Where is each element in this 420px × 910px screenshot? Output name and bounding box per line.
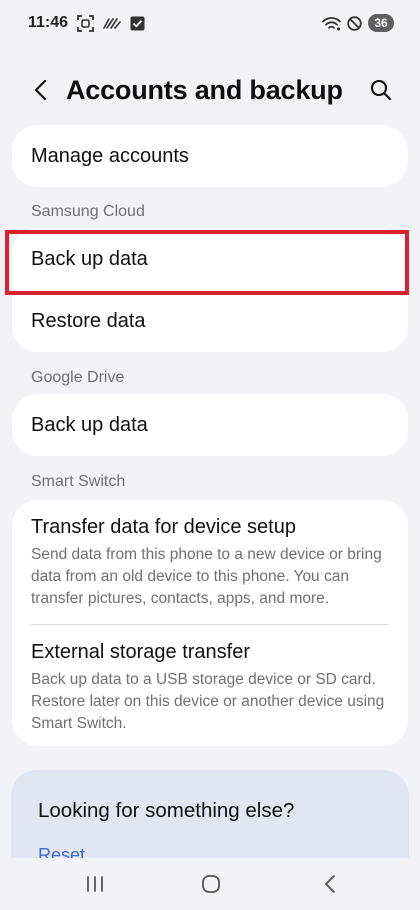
navigation-bar <box>0 858 420 910</box>
scribble-icon <box>103 16 121 30</box>
google-drive-card: Back up data <box>12 394 408 456</box>
manage-accounts-item[interactable]: Manage accounts <box>12 125 408 187</box>
recents-button[interactable] <box>75 868 115 900</box>
status-time: 11:46 <box>28 14 69 31</box>
status-bar: 11:46 36 <box>0 0 420 46</box>
samsung-cloud-restore-item[interactable]: Restore data <box>12 290 408 352</box>
transfer-data-item[interactable]: Transfer data for device setup Send data… <box>12 500 408 624</box>
external-storage-description: Back up data to a USB storage device or … <box>31 671 385 732</box>
section-header-google-drive: Google Drive <box>31 369 125 386</box>
page-title: Accounts and backup <box>66 75 343 105</box>
home-button[interactable] <box>191 868 231 900</box>
google-drive-backup-item[interactable]: Back up data <box>12 394 408 456</box>
manage-accounts-card: Manage accounts <box>12 125 408 187</box>
suggestions-title: Looking for something else? <box>38 799 295 822</box>
checkbox-icon <box>130 16 145 31</box>
battery-indicator: 36 <box>368 14 394 32</box>
samsung-cloud-backup-label: Back up data <box>31 248 148 270</box>
do-not-disturb-icon <box>347 15 362 31</box>
section-header-smart-switch: Smart Switch <box>31 473 126 490</box>
smart-switch-card: Transfer data for device setup Send data… <box>12 500 408 746</box>
samsung-cloud-card: Back up data Restore data <box>12 228 408 352</box>
back-button[interactable] <box>24 72 56 108</box>
recents-icon <box>87 876 103 892</box>
home-icon <box>202 875 220 893</box>
transfer-data-description: Send data from this phone to a new devic… <box>31 546 382 607</box>
back-icon <box>325 875 335 893</box>
wifi-icon <box>322 16 341 31</box>
system-back-button[interactable] <box>310 868 350 900</box>
chevron-left-icon <box>34 79 47 101</box>
external-storage-item[interactable]: External storage transfer Back up data t… <box>12 625 408 746</box>
search-icon <box>370 79 392 101</box>
status-bar-right: 36 <box>322 14 394 32</box>
google-drive-backup-label: Back up data <box>31 414 148 436</box>
app-header: Accounts and backup <box>0 58 420 122</box>
transfer-data-title: Transfer data for device setup <box>31 516 296 538</box>
manage-accounts-label: Manage accounts <box>31 145 189 167</box>
status-bar-left: 11:46 <box>28 14 145 32</box>
external-storage-title: External storage transfer <box>31 641 250 663</box>
screenshot-icon <box>77 14 94 32</box>
samsung-cloud-restore-label: Restore data <box>31 310 146 332</box>
section-header-samsung-cloud: Samsung Cloud <box>31 203 145 220</box>
samsung-cloud-backup-item[interactable]: Back up data <box>12 228 408 290</box>
search-button[interactable] <box>364 72 398 108</box>
